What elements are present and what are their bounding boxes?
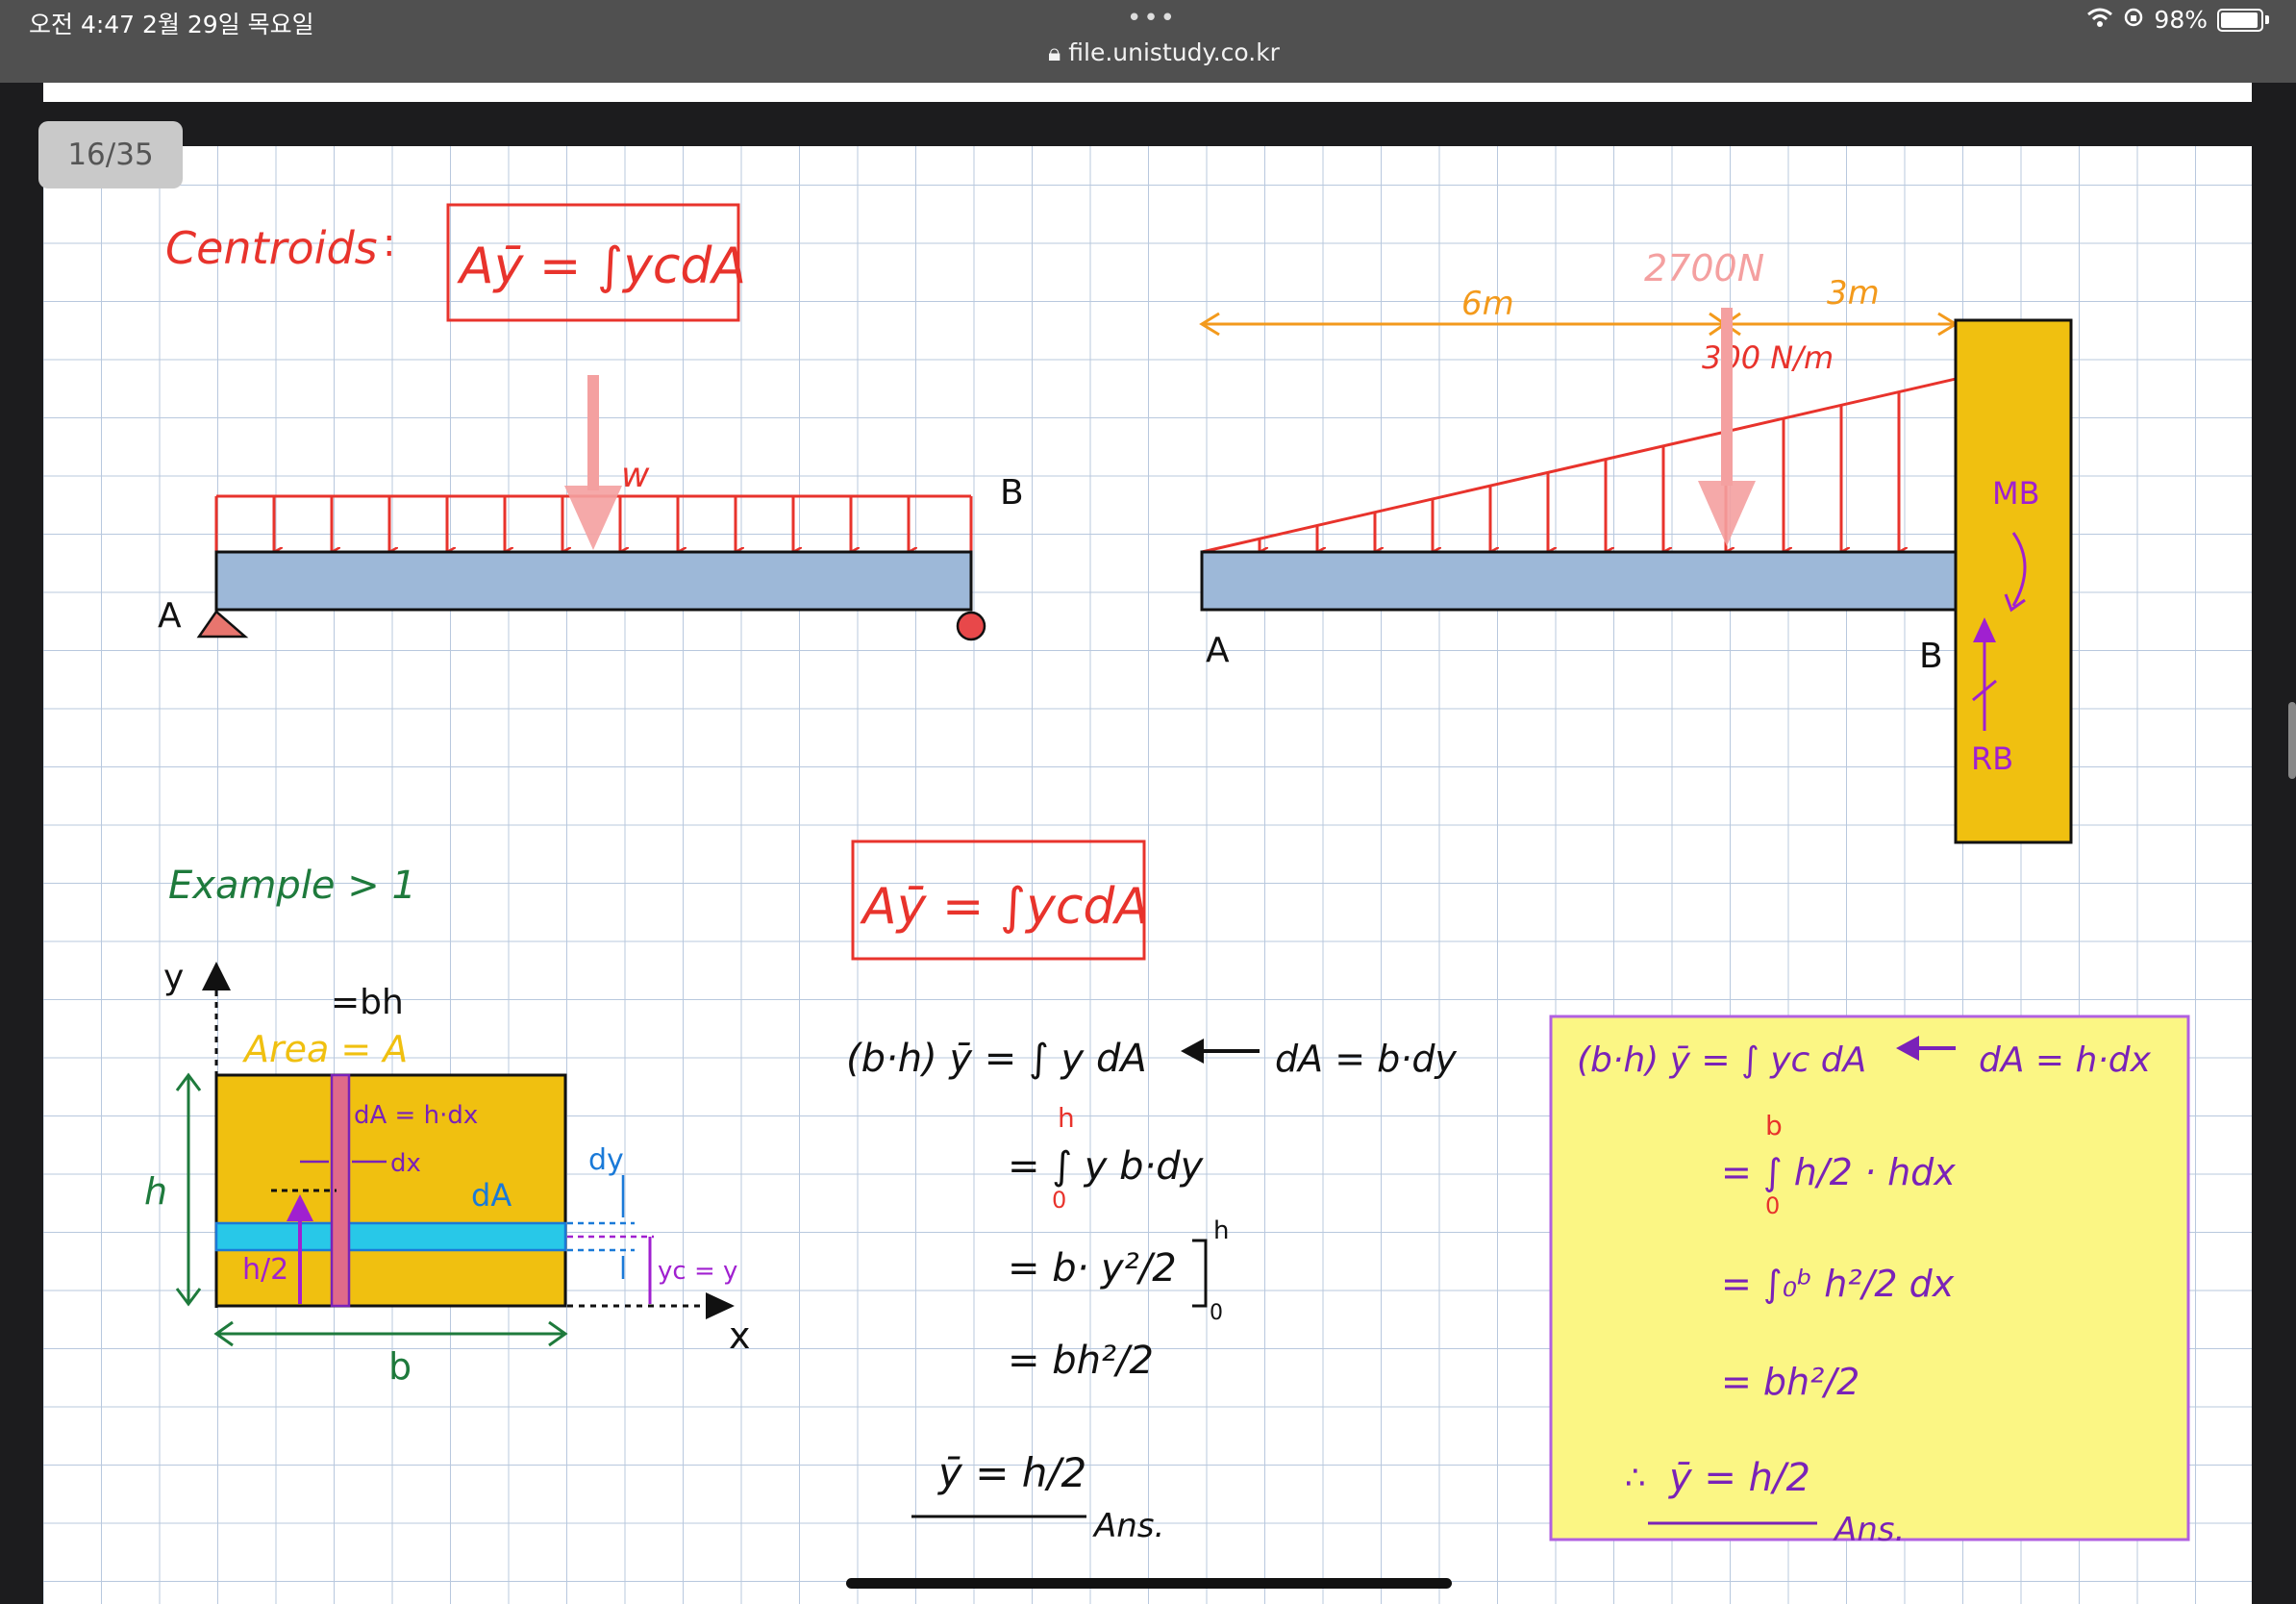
beam2-reaction-label: RB	[1971, 740, 2013, 777]
deriv-right-line3: = ∫₀ᵇ h²/2 dx	[1721, 1263, 1955, 1305]
handwritten-notes: Centroids : Aȳ = ∫ycdA w A B 6m 3m 2700N	[144, 203, 2190, 1549]
deriv-mid-line1-right: dA = b·dy	[1275, 1038, 1457, 1080]
vertical-strip	[330, 1073, 351, 1308]
deriv-mid-line2: = ∫ y b·dy	[1008, 1144, 1205, 1189]
h-over-2-label: h/2	[242, 1253, 288, 1287]
deriv-mid-ans: Ans.	[1092, 1507, 1164, 1545]
beam1-label-b: B	[1000, 473, 1024, 513]
deriv-mid-upper-limit: h	[1058, 1102, 1075, 1134]
beam2-load-arrows	[1258, 379, 1958, 552]
heading-centroids: Centroids	[165, 222, 378, 274]
example-title: Example > 1	[168, 864, 416, 908]
beam1-pin-support	[196, 610, 249, 639]
x-axis-label: x	[729, 1315, 751, 1357]
deriv-mid-bracket-upper: h	[1213, 1216, 1229, 1245]
area-label: Area = A	[241, 1028, 408, 1070]
beam1-load-label: w	[621, 456, 650, 495]
deriv-right-line1-right: dA = h·dx	[1979, 1040, 2152, 1080]
dA-hdx-label: dA = h·dx	[354, 1101, 478, 1130]
deriv-mid-lower-limit: 0	[1052, 1187, 1066, 1214]
deriv-mid-result: ȳ = h/2	[936, 1449, 1086, 1496]
dx-label: dx	[390, 1149, 421, 1178]
y-axis-label: y	[163, 958, 184, 997]
beam2-label-b: B	[1919, 637, 1943, 676]
deriv-right-lower-limit: 0	[1765, 1192, 1780, 1219]
deriv-right-ans: Ans.	[1833, 1511, 1905, 1549]
beam2-diagram: 6m 3m 2700N 300 N/m MB RB A B	[1199, 247, 2073, 844]
deriv-right-line4: = bh²/2	[1721, 1361, 1859, 1403]
beam2-dist-right: 3m	[1827, 274, 1880, 313]
deriv-mid-line1: (b·h) ȳ = ∫ y dA	[846, 1037, 1147, 1081]
beam2	[1200, 550, 1958, 612]
beam2-label-a: A	[1206, 631, 1230, 670]
yc-label: yc = y	[658, 1257, 737, 1286]
deriv-mid-line4: = bh²/2	[1008, 1339, 1154, 1383]
horizontal-strip	[214, 1221, 567, 1252]
deriv-mid-line3: = b· y²/2	[1008, 1246, 1177, 1291]
beam2-moment-label: MB	[1992, 475, 2040, 512]
deriv-right-therefore: ∴	[1625, 1459, 1646, 1497]
heading-colon: :	[383, 221, 395, 265]
rectangle-diagram: y x =bh Area = A dA = h·dx dx dA dy yc =…	[144, 958, 751, 1388]
deriv-right-line2: = ∫ h/2 · hdx	[1721, 1151, 1956, 1193]
eq-bh: =bh	[331, 983, 404, 1022]
formula-top: Aȳ = ∫ycdA	[457, 238, 746, 295]
deriv-right-result: ȳ = h/2	[1668, 1456, 1810, 1500]
h-label: h	[144, 1170, 167, 1213]
deriv-right-line1: (b·h) ȳ = ∫ yc dA	[1577, 1040, 1866, 1080]
b-label: b	[388, 1345, 412, 1388]
dA-label: dA	[471, 1177, 512, 1214]
home-indicator[interactable]	[846, 1578, 1452, 1589]
beam1-label-a: A	[158, 596, 182, 636]
beam1-diagram: w A B	[158, 375, 1024, 641]
derivation-right: (b·h) ȳ = ∫ yc dA dA = h·dx b = ∫ h/2 · …	[1549, 1015, 2190, 1549]
deriv-mid-bracket-lower: 0	[1210, 1301, 1223, 1325]
dy-label: dy	[588, 1143, 624, 1177]
formula-mid: Aȳ = ∫ycdA	[860, 878, 1149, 936]
beam2-resultant-label: 2700N	[1644, 247, 1764, 289]
deriv-right-upper-limit: b	[1765, 1110, 1783, 1141]
beam1	[214, 550, 973, 612]
beam2-dist-left: 6m	[1461, 285, 1514, 323]
derivation-middle: (b·h) ȳ = ∫ y dA dA = b·dy h = ∫ y b·dy …	[846, 1037, 1457, 1545]
beam1-roller-support	[956, 611, 986, 641]
